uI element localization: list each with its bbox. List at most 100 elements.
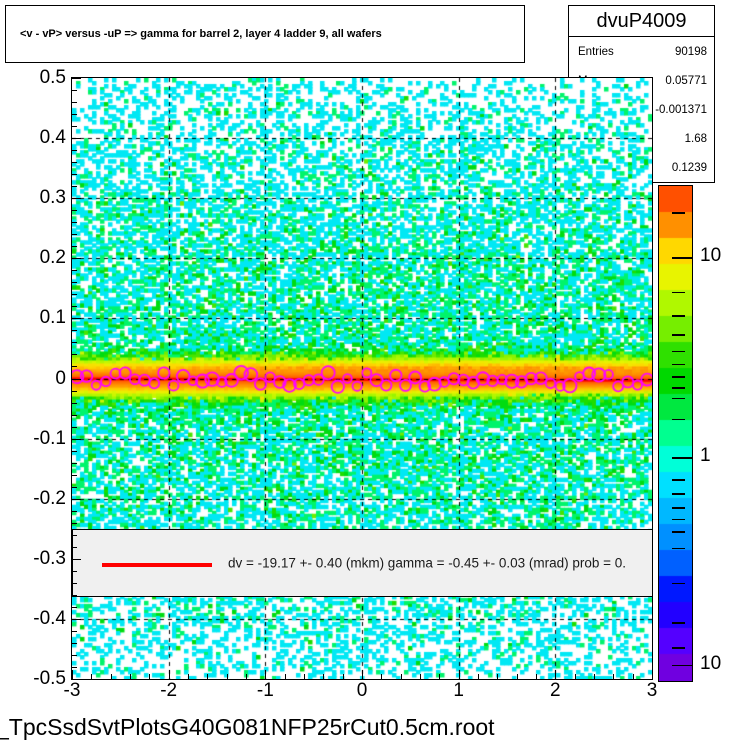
source-file-name: _TpcSsdSvtPlotsG40G081NFP25rCut0.5cm.roo…	[0, 714, 495, 740]
y-minor-tick	[72, 643, 77, 644]
palette-tick-label: 10	[700, 245, 722, 267]
x-minor-tick	[149, 674, 150, 679]
palette-tick-mark	[672, 363, 685, 366]
y-minor-tick	[72, 114, 77, 115]
x-minor-tick	[343, 674, 344, 679]
x-minor-tick	[517, 674, 518, 679]
x-tick-mark	[555, 670, 556, 679]
palette-tick-label: 1	[700, 445, 711, 467]
x-tick-mark	[169, 670, 170, 679]
y-axis-tick-label: -0.4	[33, 607, 66, 629]
y-axis-tick-label: -0.1	[33, 427, 66, 449]
palette-tick-mark	[672, 507, 685, 509]
y-minor-tick	[72, 487, 77, 488]
x-tick-mark	[459, 670, 460, 679]
fit-legend-box: dv = -19.17 +- 0.40 (mkm) gamma = -0.45 …	[72, 529, 653, 597]
palette-tick-mark	[672, 547, 685, 550]
table-row: Entries 90198	[569, 37, 714, 66]
x-axis-tick-label: -1	[256, 680, 274, 701]
x-minor-tick	[439, 674, 440, 679]
y-tick-mark	[72, 138, 81, 139]
x-minor-tick	[478, 674, 479, 679]
y-minor-tick	[72, 186, 77, 187]
x-minor-tick	[91, 674, 92, 679]
y-axis-tick-label: 0	[55, 367, 66, 389]
palette-gradient	[659, 186, 692, 681]
y-minor-tick	[72, 246, 77, 247]
y-tick-mark	[72, 318, 81, 319]
x-axis-tick-label: 0	[356, 680, 368, 701]
y-minor-tick	[72, 330, 77, 331]
stat-key: Entries	[578, 45, 614, 58]
y-minor-tick	[72, 415, 77, 416]
x-minor-tick	[227, 674, 228, 679]
y-minor-tick	[72, 667, 77, 668]
palette-tick-mark	[672, 315, 685, 317]
palette-tick-label: 10	[700, 652, 722, 674]
y-axis-tick-label: 0.1	[39, 307, 66, 329]
y-minor-tick	[72, 354, 77, 355]
x-minor-tick	[594, 674, 595, 679]
y-tick-mark	[72, 379, 81, 380]
palette-tick-mark	[672, 397, 685, 400]
y-tick-mark	[72, 499, 81, 500]
page-title: <v - vP> versus -uP => gamma for barrel …	[20, 28, 382, 40]
y-axis-tick-label: 0.2	[39, 247, 66, 269]
palette-tick-mark	[672, 291, 685, 294]
x-minor-tick	[304, 674, 305, 679]
y-axis-tick-label: 0.3	[39, 187, 66, 209]
y-minor-tick	[72, 463, 77, 464]
palette-tick-mark	[672, 582, 685, 585]
palette-tick-mark	[672, 664, 692, 667]
y-minor-tick	[72, 174, 77, 175]
y-minor-tick	[72, 270, 77, 271]
y-minor-tick	[72, 210, 77, 211]
histogram-name: dvuP4009	[569, 6, 714, 37]
y-minor-tick	[72, 547, 77, 548]
y-axis-tick-label: 0.5	[39, 67, 66, 88]
x-minor-tick	[207, 674, 208, 679]
y-minor-tick	[72, 427, 77, 428]
y-minor-tick	[72, 631, 77, 632]
stat-value: 90198	[675, 45, 707, 58]
palette-tick-mark	[672, 647, 685, 649]
fit-legend-text: dv = -19.17 +- 0.40 (mkm) gamma = -0.45 …	[228, 555, 627, 571]
x-minor-tick	[401, 674, 402, 679]
x-axis-tick-label: 3	[646, 680, 658, 701]
x-tick-mark	[72, 670, 73, 679]
y-minor-tick	[72, 234, 77, 235]
x-minor-tick	[536, 674, 537, 679]
color-scale-bar	[658, 185, 693, 682]
palette-tick-mark	[672, 622, 685, 624]
y-minor-tick	[72, 451, 77, 452]
x-minor-tick	[575, 674, 576, 679]
y-tick-mark	[72, 619, 81, 620]
palette-tick-mark	[672, 350, 685, 352]
y-tick-mark	[72, 679, 81, 680]
y-minor-tick	[72, 523, 77, 524]
y-axis-tick-label: 0.4	[39, 127, 66, 149]
y-tick-mark	[72, 258, 81, 259]
palette-tick-mark	[672, 457, 692, 459]
x-minor-tick	[381, 674, 382, 679]
y-minor-tick	[72, 90, 77, 91]
x-minor-tick	[633, 674, 634, 679]
palette-tick-mark	[672, 418, 685, 421]
y-tick-mark	[72, 198, 81, 199]
palette-tick-mark	[672, 257, 692, 259]
x-axis-tick-label: 2	[550, 680, 561, 701]
x-tick-mark	[265, 670, 266, 679]
x-minor-tick	[111, 674, 112, 679]
fit-line-swatch	[102, 563, 212, 567]
y-minor-tick	[72, 126, 77, 127]
y-minor-tick	[72, 342, 77, 343]
palette-tick-mark	[672, 334, 685, 336]
y-minor-tick	[72, 607, 77, 608]
x-tick-mark	[362, 670, 363, 679]
y-minor-tick	[72, 511, 77, 512]
palette-tick-mark	[672, 376, 685, 378]
x-axis-tick-label: -3	[63, 680, 81, 701]
y-tick-mark	[72, 559, 81, 560]
y-minor-tick	[72, 403, 77, 404]
y-minor-tick	[72, 391, 77, 392]
